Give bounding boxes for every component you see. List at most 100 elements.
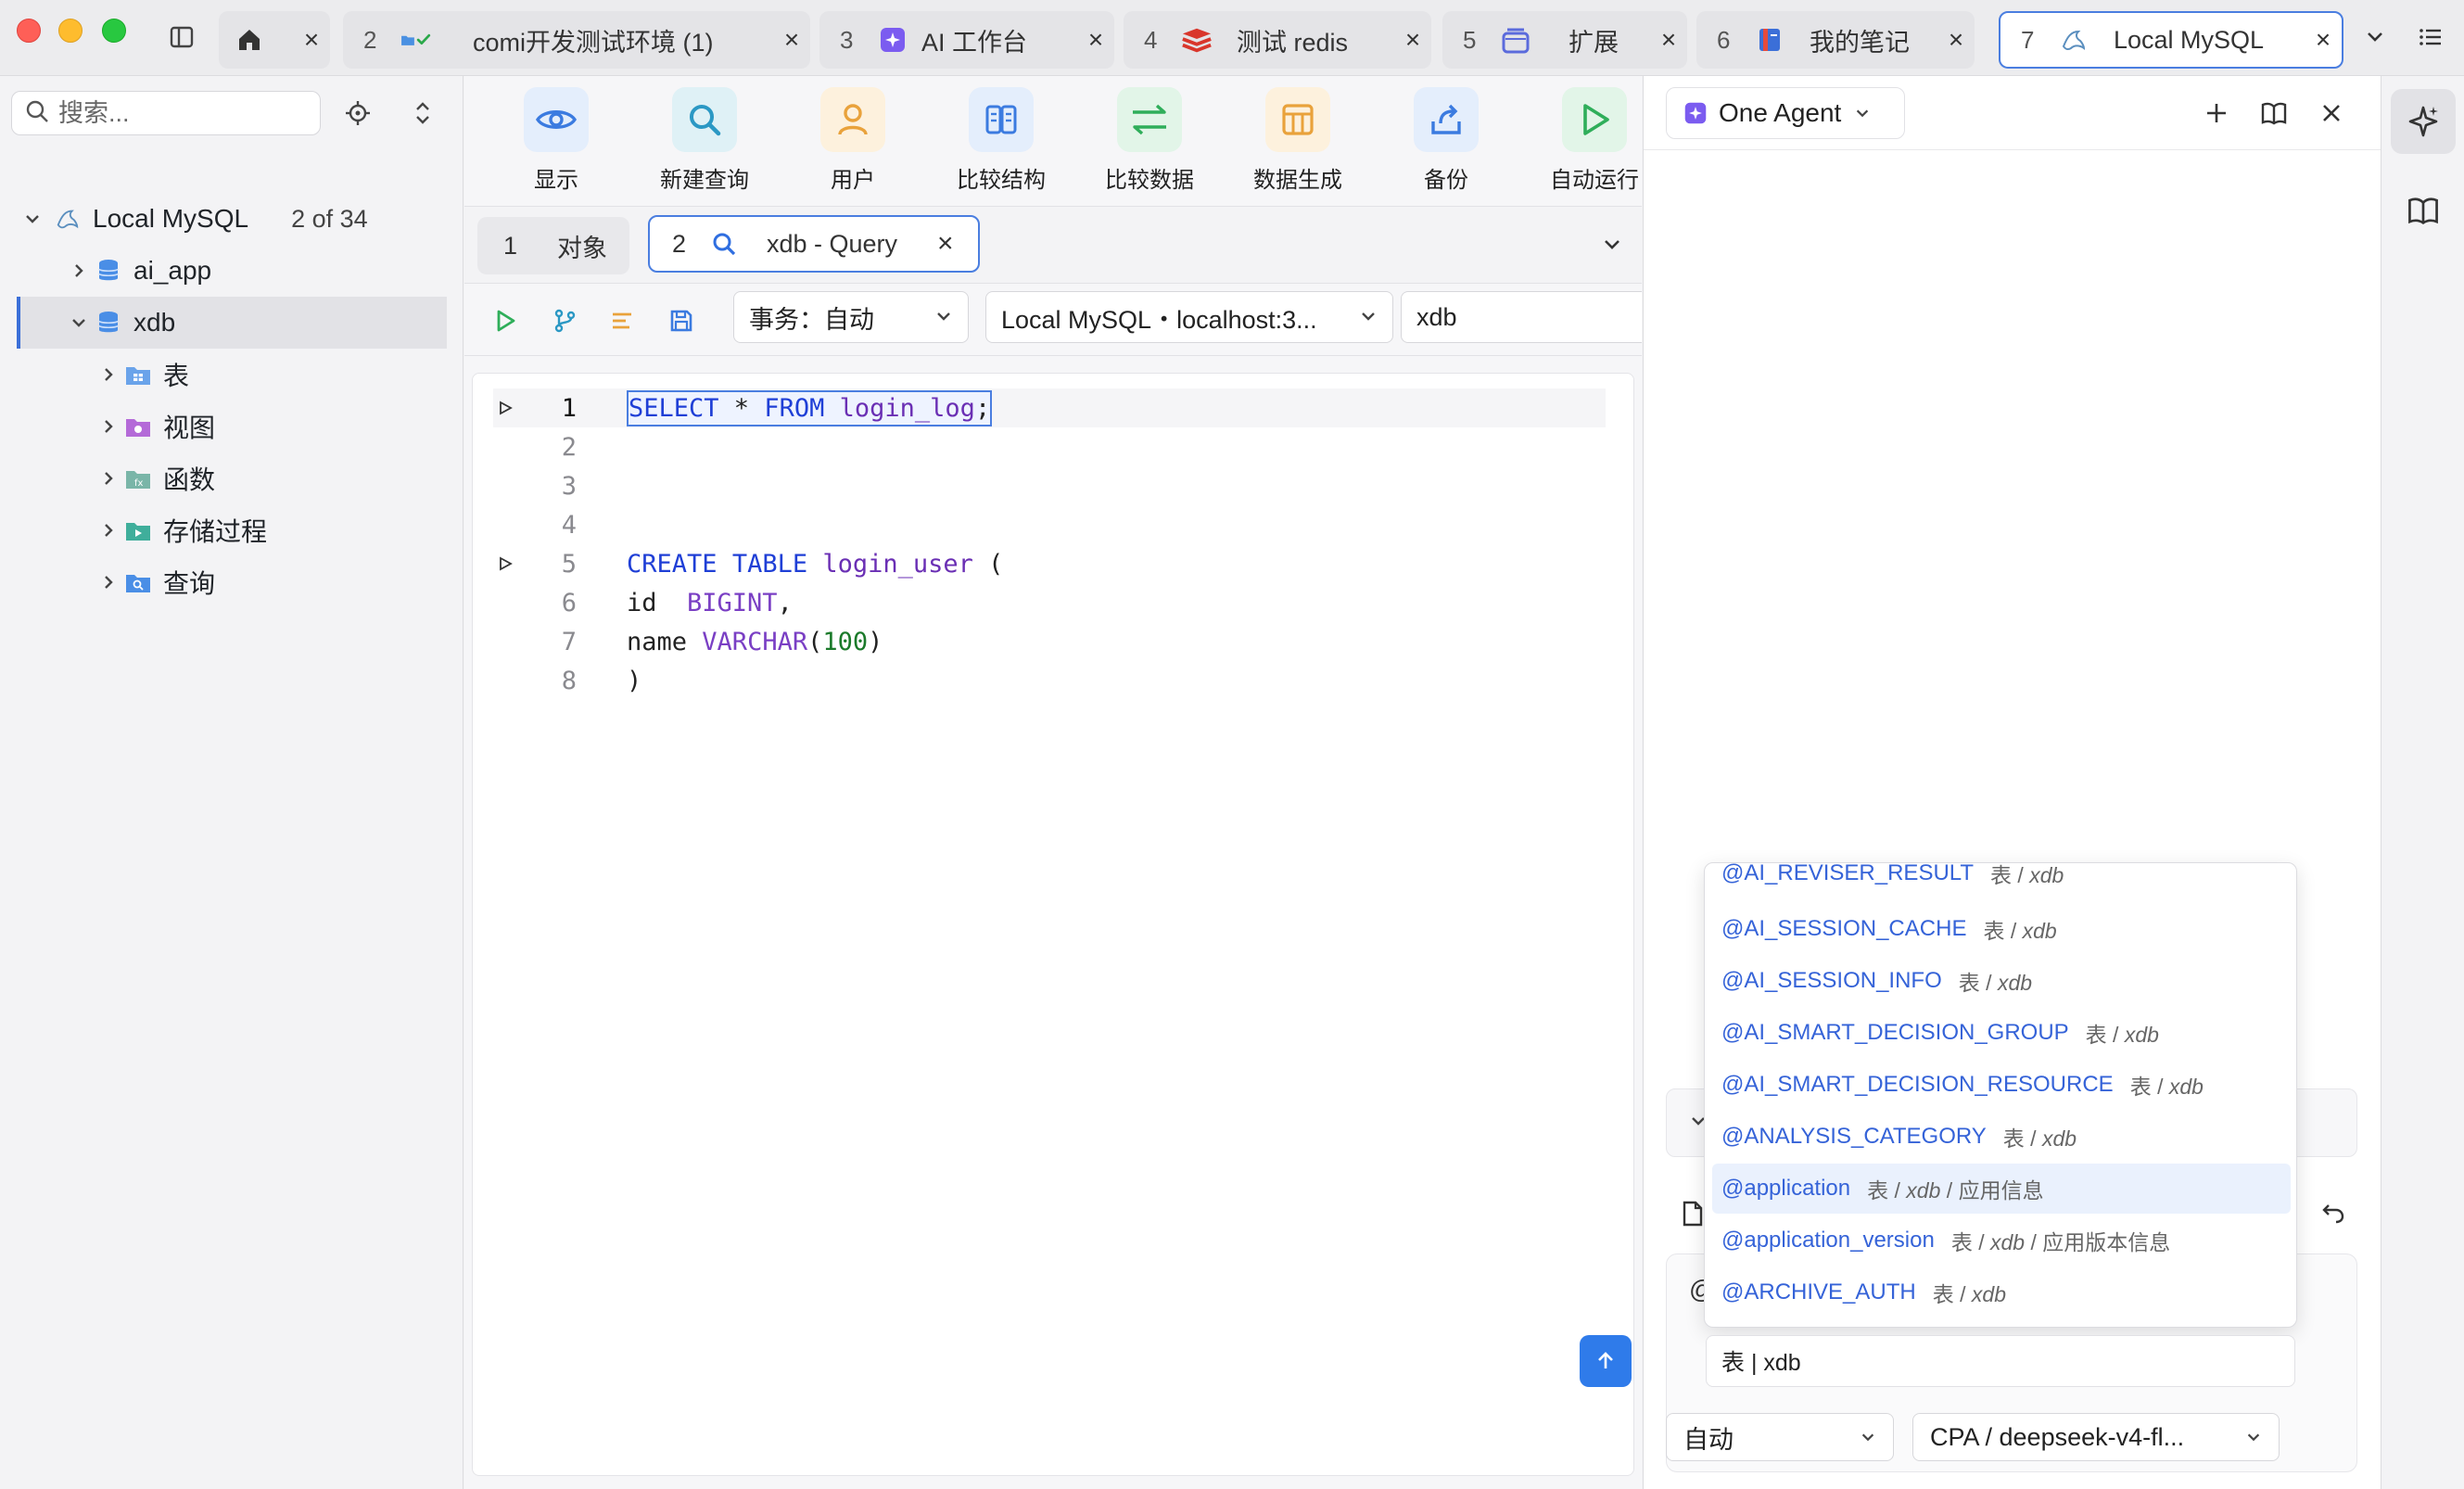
tree-folder-tables[interactable]: 表 [17, 349, 447, 401]
tree-folder-queries[interactable]: 查询 [17, 556, 447, 608]
chevron-down-icon[interactable] [17, 210, 48, 228]
code-line[interactable]: 5 CREATE TABLE login_user ( [493, 544, 1606, 583]
chevron-down-icon [1854, 105, 1871, 121]
tab-local-mysql[interactable]: 7 Local MySQL × [1999, 11, 2343, 69]
search-icon [672, 87, 737, 152]
tab-my-notes[interactable]: 6 我的笔记 × [1696, 11, 1975, 69]
tree-connection-local-mysql[interactable]: Local MySQL 2 of 34 [17, 193, 447, 245]
tab-close-button[interactable]: × [1077, 25, 1114, 55]
send-button[interactable] [1580, 1335, 1632, 1387]
search-input[interactable] [58, 98, 299, 128]
subtab-xdb-query[interactable]: 2 xdb - Query × [648, 215, 980, 273]
ai-sparkle-icon[interactable] [2391, 89, 2456, 154]
mention-item-highlighted[interactable]: @application 表 / xdb / 应用信息 [1712, 1164, 2291, 1214]
attach-file-icon[interactable] [1681, 1200, 1705, 1228]
format-icon[interactable] [605, 304, 639, 337]
run-statement-icon[interactable] [493, 555, 517, 572]
tab-overflow-chevron-icon[interactable] [2358, 20, 2392, 54]
tree-folder-views[interactable]: 视图 [17, 401, 447, 452]
close-icon[interactable] [2315, 96, 2348, 130]
toolbar-data-generate-button[interactable]: 数据生成 [1228, 87, 1367, 194]
sql-keyword: TABLE [731, 549, 808, 579]
book-icon[interactable] [2391, 178, 2456, 243]
mention-item[interactable]: @AI_REVISER_RESULT 表 / xdb [1712, 863, 2291, 898]
tab-number: 6 [1717, 25, 1731, 54]
run-icon[interactable] [489, 304, 522, 337]
toolbar-new-query-button[interactable]: 新建查询 [635, 87, 774, 194]
tab-extensions[interactable]: 5 扩展 × [1442, 11, 1687, 69]
tab-comi-env[interactable]: 2 comi开发测试环境 (1) × [343, 11, 810, 69]
run-statement-icon[interactable] [493, 400, 517, 416]
transaction-mode-select[interactable]: 事务：自动 [733, 291, 969, 343]
connection-value: Local MySQL・localhost:3... [1001, 305, 1317, 334]
mention-item[interactable]: @application_version 表 / xdb / 应用版本信息 [1712, 1215, 2291, 1266]
mention-item[interactable]: @AI_SESSION_CACHE 表 / xdb [1712, 904, 2291, 954]
code-line[interactable]: 3 [493, 466, 1606, 505]
database-icon [95, 309, 122, 337]
tab-close-button[interactable]: × [773, 25, 810, 55]
toolbar-backup-button[interactable]: 备份 [1377, 87, 1516, 194]
mention-name: @AI_SESSION_INFO [1721, 968, 1942, 993]
maximize-window-button[interactable] [102, 19, 126, 43]
mention-item[interactable]: @AI_SESSION_INFO 表 / xdb [1712, 956, 2291, 1006]
toolbar-users-button[interactable]: 用户 [783, 87, 922, 194]
locate-icon[interactable] [341, 96, 375, 130]
title-bar: × 2 comi开发测试环境 (1) × 3 AI 工作台 × 4 测试 red… [0, 0, 2464, 76]
tree-database-xdb[interactable]: xdb [17, 297, 447, 349]
tab-home[interactable]: × [219, 11, 330, 69]
code-line[interactable]: 2 [493, 427, 1606, 466]
tab-close-button[interactable]: × [1937, 25, 1975, 55]
tab-close-button[interactable]: × [1650, 25, 1687, 55]
mention-item[interactable]: @ARCHIVE_AUTH 表 / xdb [1712, 1267, 2291, 1317]
undo-icon[interactable] [2320, 1200, 2346, 1226]
subtabs-chevron-down-icon[interactable] [1597, 230, 1627, 260]
toolbar-compare-structure-button[interactable]: 比较结构 [932, 87, 1071, 194]
chevron-right-icon[interactable] [93, 573, 124, 592]
menu-list-icon[interactable] [2414, 20, 2447, 54]
tab-ai-workbench[interactable]: 3 AI 工作台 × [819, 11, 1114, 69]
subtab-objects[interactable]: 1 对象 [477, 217, 629, 274]
mention-db: xdb [2124, 1023, 2159, 1047]
chevron-right-icon[interactable] [93, 365, 124, 384]
agent-selector[interactable]: One Agent [1666, 87, 1905, 139]
tree-label: 查询 [163, 569, 216, 598]
tab-test-redis[interactable]: 4 测试 redis × [1124, 11, 1431, 69]
chevron-down-icon[interactable] [63, 313, 95, 332]
mention-item[interactable]: @AI_SMART_DECISION_GROUP 表 / xdb [1712, 1008, 2291, 1058]
code-line[interactable]: 7 name VARCHAR(100) [493, 622, 1606, 661]
sql-editor[interactable]: 1 SELECT * FROM login_log; 2 3 4 5 CREAT… [472, 373, 1634, 1476]
tree-folder-procedures[interactable]: 存储过程 [17, 504, 447, 556]
tree-folder-functions[interactable]: fx 函数 [17, 452, 447, 504]
code-line[interactable]: 1 SELECT * FROM login_log; [493, 388, 1606, 427]
tab-close-button[interactable]: × [1394, 25, 1431, 55]
minimize-window-button[interactable] [58, 19, 83, 43]
database-select[interactable]: xdb [1401, 291, 1642, 343]
new-chat-plus-icon[interactable] [2200, 96, 2233, 130]
code-line[interactable]: 6 id BIGINT, [493, 583, 1606, 622]
subtab-close-button[interactable]: × [937, 228, 978, 260]
save-icon[interactable] [665, 304, 698, 337]
mention-item[interactable]: @AI_SMART_DECISION_RESOURCE 表 / xdb [1712, 1060, 2291, 1110]
mention-item[interactable]: @ANALYSIS_CATEGORY 表 / xdb [1712, 1112, 2291, 1162]
close-window-button[interactable] [17, 19, 41, 43]
chevron-right-icon[interactable] [93, 469, 124, 488]
sidebar-toggle-icon[interactable] [165, 20, 198, 54]
chevron-right-icon[interactable] [63, 261, 95, 280]
model-select[interactable]: CPA / deepseek-v4-fl... [1912, 1413, 2280, 1461]
chevron-right-icon[interactable] [93, 521, 124, 540]
connection-select[interactable]: Local MySQL・localhost:3... [985, 291, 1393, 343]
book-icon[interactable] [2257, 96, 2291, 130]
explain-branch-icon[interactable] [548, 304, 581, 337]
agent-mode-select[interactable]: 自动 [1666, 1413, 1894, 1461]
toolbar-compare-data-button[interactable]: 比较数据 [1080, 87, 1219, 194]
tab-close-button[interactable]: × [2305, 25, 2342, 55]
tree-database-ai-app[interactable]: ai_app [17, 245, 447, 297]
chevron-right-icon[interactable] [93, 417, 124, 436]
code-text: id BIGINT, [627, 589, 793, 617]
toolbar-show-button[interactable]: 显示 [487, 87, 626, 194]
tab-close-button[interactable]: × [293, 25, 330, 55]
code-line[interactable]: 8 ) [493, 661, 1606, 700]
code-line[interactable]: 4 [493, 505, 1606, 544]
expand-collapse-icon[interactable] [406, 96, 439, 130]
sidebar-search[interactable] [11, 91, 321, 135]
